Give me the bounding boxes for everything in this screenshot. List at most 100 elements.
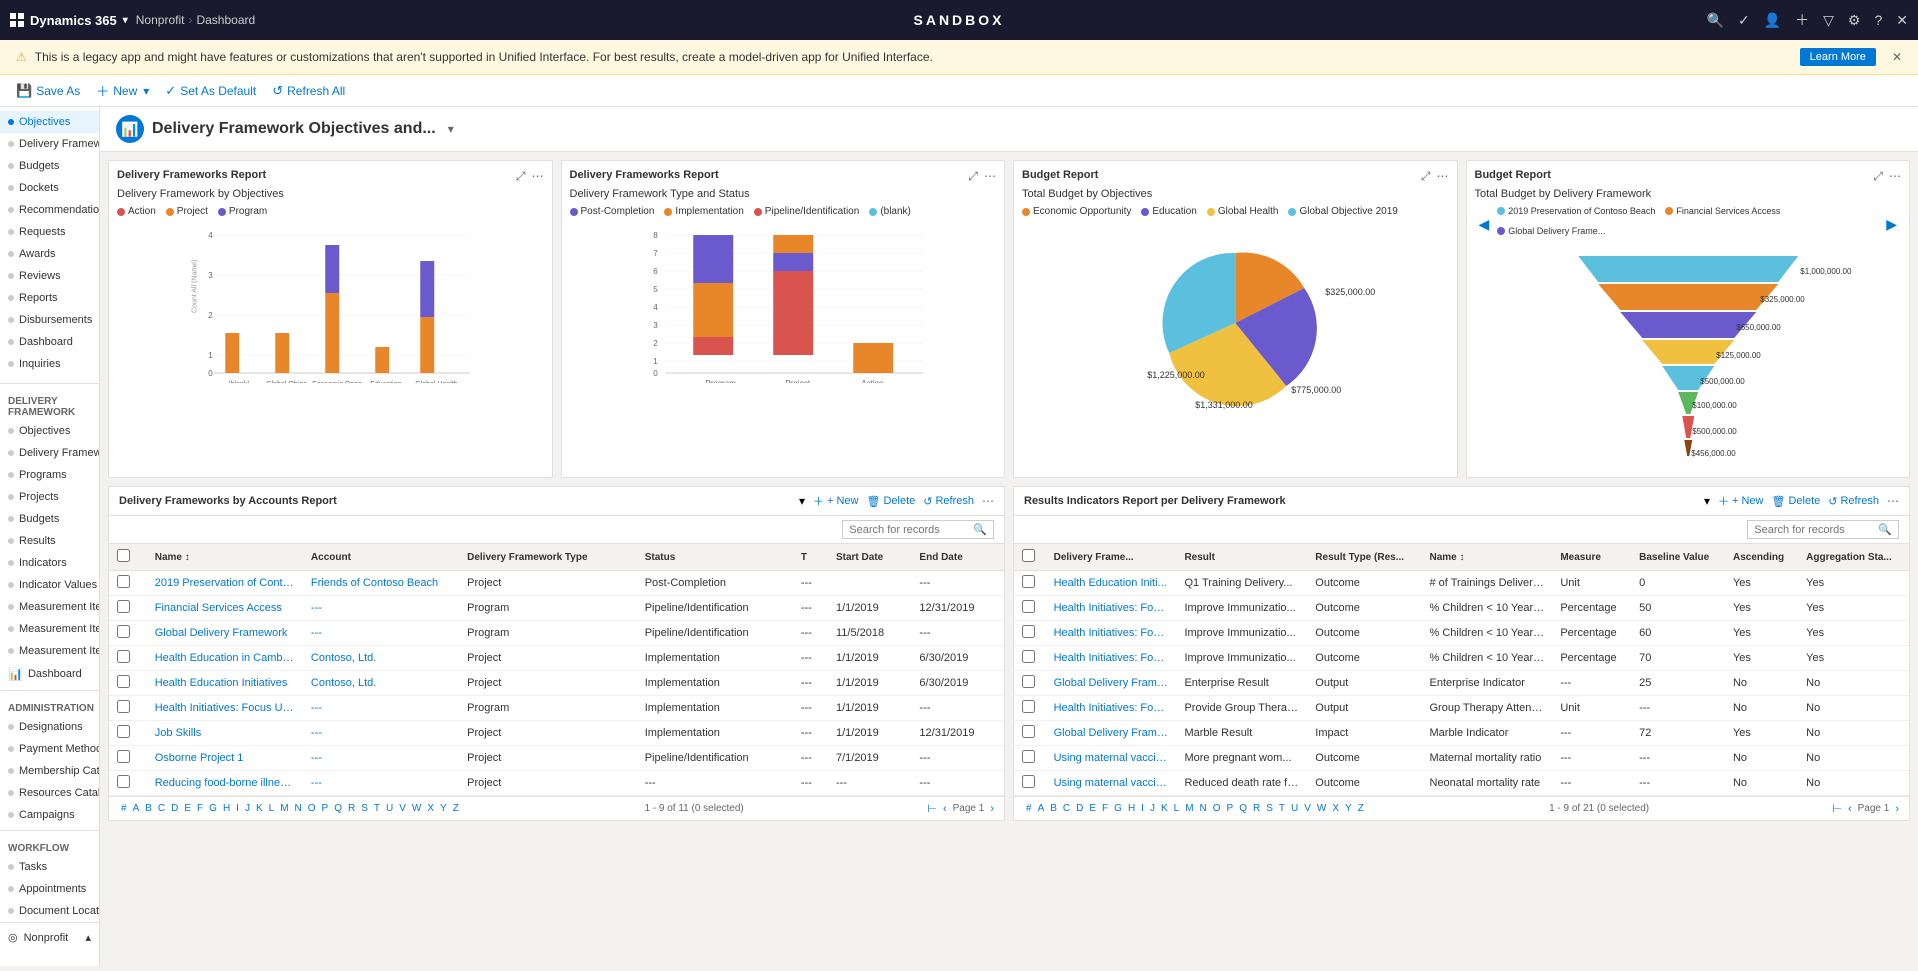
expand-2-icon[interactable]: ⤢ [968,169,978,184]
alpha-btn[interactable]: J [243,802,252,815]
sidebar-df-dashboard[interactable]: 📊Dashboard [0,662,99,686]
alpha-btn[interactable]: A [1036,802,1047,815]
sidebar-bottom-nonprofit[interactable]: ◎ Nonprofit ▴ [0,922,99,952]
alpha-btn[interactable]: G [207,802,219,815]
th2-df[interactable]: Delivery Frame... [1046,544,1177,571]
row-account[interactable]: --- [303,771,459,796]
th-account[interactable]: Account [303,544,459,571]
alpha-btn[interactable]: X [1330,802,1341,815]
select-all-2-checkbox[interactable] [1022,549,1035,562]
alpha-btn[interactable]: O [306,802,318,815]
row-account[interactable]: --- [303,621,459,646]
row2-df[interactable]: Health Initiatives: Foo... [1046,596,1177,621]
alpha-btn[interactable]: U [384,802,395,815]
row-account[interactable]: --- [303,746,459,771]
alpha-btn[interactable]: A [131,802,142,815]
th2-result[interactable]: Result [1176,544,1307,571]
table-1-search-input[interactable] [849,524,969,536]
row-name[interactable]: Health Initiatives: Focus USA [147,696,303,721]
alpha-btn[interactable]: H [1126,802,1137,815]
table-1-dropdown-icon[interactable]: ▾ [799,494,805,508]
row2-df[interactable]: Health Initiatives: Foo... [1046,621,1177,646]
more-t1-icon[interactable]: ⋯ [982,494,994,508]
alpha-btn[interactable]: T [372,802,382,815]
sidebar-df-measurement-items[interactable]: Measurement Items [0,596,99,618]
dashboard-dropdown-icon[interactable]: ▾ [448,122,454,136]
save-as-button[interactable]: 💾 Save As [16,83,80,99]
table-2-refresh-btn[interactable]: ↺ Refresh [1828,495,1879,508]
alpha-btn[interactable]: F [1100,802,1110,815]
table-2-new-btn[interactable]: ＋ + New [1718,493,1764,509]
sidebar-df-programs[interactable]: Programs [0,464,99,486]
sidebar-df-indicator-values[interactable]: Indicator Values [0,574,99,596]
alpha-btn[interactable]: K [254,802,265,815]
table-2-dropdown-icon[interactable]: ▾ [1704,494,1710,508]
plus-icon[interactable]: ＋ [1795,10,1809,30]
row2-df[interactable]: Global Delivery Frame... [1046,721,1177,746]
row-name[interactable]: Osborne Project 1 [147,746,303,771]
table-2-search-input[interactable] [1754,524,1874,536]
alpha-btn[interactable]: B [1048,802,1059,815]
alpha-btn[interactable]: T [1277,802,1287,815]
alpha-btn[interactable]: W [410,802,423,815]
row-account[interactable]: Contoso, Ltd. [303,671,459,696]
th-name[interactable]: Name ↕ [147,544,303,571]
learn-more-button[interactable]: Learn More [1800,48,1876,66]
alpha-btn[interactable]: R [1251,802,1262,815]
alpha-btn[interactable]: V [1302,802,1313,815]
sidebar-item-reviews[interactable]: Reviews [0,265,99,287]
sidebar-wf-docs[interactable]: Document Locations [0,900,99,922]
alpha-btn[interactable]: I [234,802,241,815]
settings-icon[interactable]: ⚙ [1848,12,1861,29]
row-account[interactable]: --- [303,721,459,746]
expand-icon[interactable]: ⤢ [516,169,526,184]
sidebar-item-requests[interactable]: Requests [0,221,99,243]
sidebar-item-disbursements[interactable]: Disbursements [0,309,99,331]
th2-agg[interactable]: Aggregation Sta... [1798,544,1909,571]
th2-type[interactable]: Result Type (Res... [1307,544,1421,571]
alpha-btn[interactable]: L [267,802,277,815]
filter-icon[interactable]: ▽ [1823,12,1834,29]
set-default-button[interactable]: ✓ Set As Default [165,83,256,99]
alpha-btn[interactable]: I [1139,802,1146,815]
row-account[interactable]: --- [303,596,459,621]
sidebar-df-delivery[interactable]: Delivery Frameworks [0,442,99,464]
row-name[interactable]: Global Delivery Framework [147,621,303,646]
alpha-btn[interactable]: M [1183,802,1195,815]
row-account[interactable]: Friends of Contoso Beach [303,571,459,596]
alpha-btn[interactable]: K [1159,802,1170,815]
more-t2-icon[interactable]: ⋯ [1887,494,1899,508]
alpha-btn[interactable]: S [1264,802,1275,815]
sidebar-df-indicators[interactable]: Indicators [0,552,99,574]
search-icon[interactable]: 🔍 [1707,12,1724,29]
alpha-btn[interactable]: H [221,802,232,815]
th-t[interactable]: T [793,544,828,571]
alpha-btn[interactable]: # [1024,802,1034,815]
sidebar-df-measurement-u[interactable]: Measurement Item U [0,640,99,662]
sidebar-df-measurement-r[interactable]: Measurement Item R [0,618,99,640]
alpha-btn[interactable]: R [346,802,357,815]
alpha-btn[interactable]: N [1198,802,1209,815]
alpha-btn[interactable]: C [1061,802,1072,815]
app-logo[interactable]: Dynamics 365 ▾ [10,13,128,28]
alpha-btn[interactable]: E [1087,802,1098,815]
alpha-btn[interactable]: D [1074,802,1085,815]
chart-4-prev-btn[interactable]: ◀ [1475,216,1494,233]
sidebar-item-dashboard[interactable]: Dashboard [0,331,99,353]
page-1-first-btn[interactable]: ⊢ [927,802,937,815]
alpha-btn[interactable]: J [1148,802,1157,815]
page-1-next-btn[interactable]: › [990,803,994,815]
search-t1-icon[interactable]: 🔍 [973,523,987,536]
sidebar-wf-appointments[interactable]: Appointments [0,878,99,900]
sidebar-df-results[interactable]: Results [0,530,99,552]
person-icon[interactable]: 👤 [1764,12,1781,29]
alpha-btn[interactable]: C [156,802,167,815]
page-2-first-btn[interactable]: ⊢ [1832,802,1842,815]
sidebar-wf-tasks[interactable]: Tasks [0,856,99,878]
page-2-prev-btn[interactable]: ‹ [1848,803,1852,815]
expand-4-icon[interactable]: ⤢ [1873,169,1883,184]
sidebar-item-inquiries[interactable]: Inquiries [0,353,99,375]
th-start[interactable]: Start Date [828,544,911,571]
row2-df[interactable]: Global Delivery Frame... [1046,671,1177,696]
alpha-btn[interactable]: M [278,802,290,815]
